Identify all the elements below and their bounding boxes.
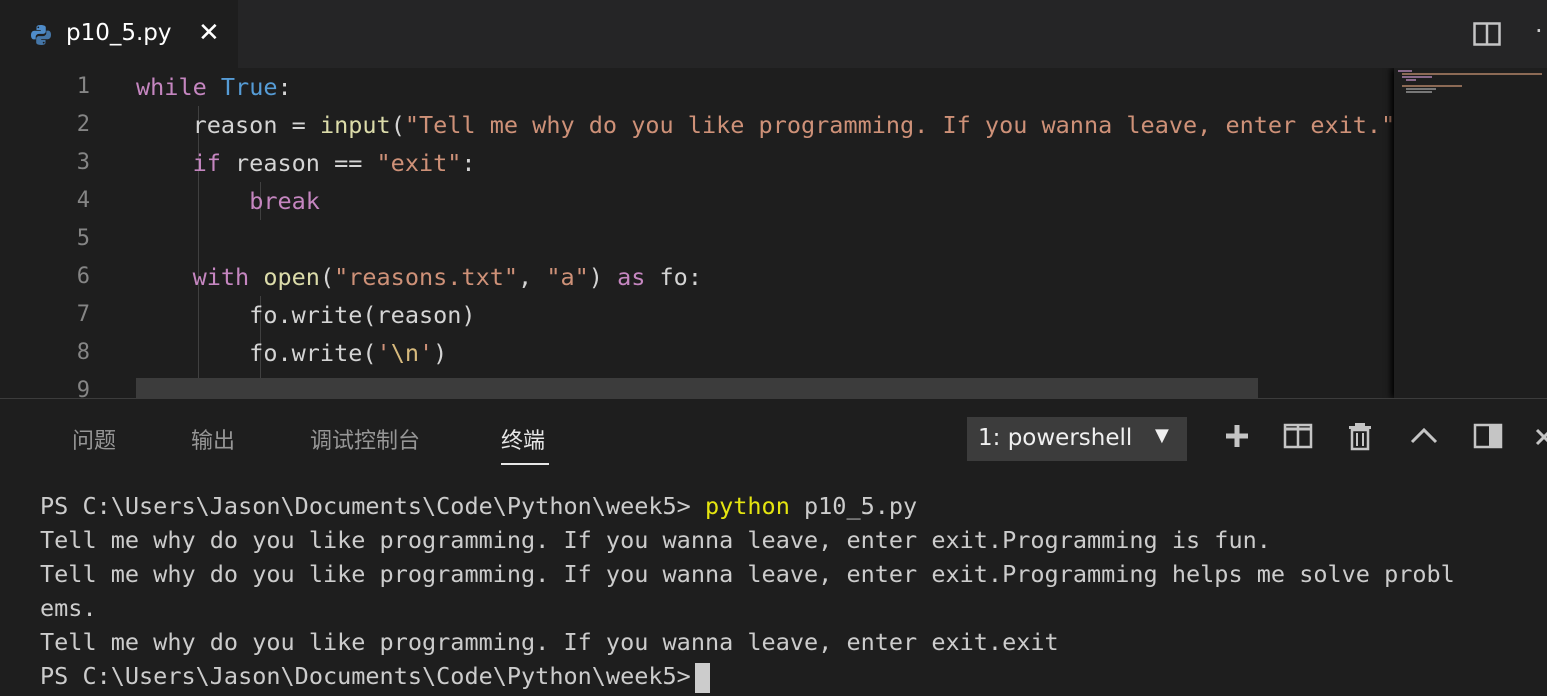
- code-token: "reasons.txt": [334, 263, 519, 291]
- terminal-line: Tell me why do you like programming. If …: [40, 526, 1271, 554]
- line-number: 1: [76, 74, 90, 99]
- code-line: fo.write('\n'): [136, 334, 447, 372]
- minimap[interactable]: [1394, 68, 1547, 398]
- terminal-line: ems.: [40, 594, 97, 622]
- terminal-line: Tell me why do you like programming. If …: [40, 560, 1455, 588]
- trash-icon[interactable]: [1345, 421, 1375, 451]
- chevron-down-icon: ▼: [1155, 425, 1169, 446]
- code-token: input: [319, 111, 391, 139]
- terminal-command-args: p10_5.py: [789, 492, 918, 520]
- terminal-command: python: [704, 492, 790, 520]
- code-token: ': [418, 339, 434, 367]
- code-token: :: [277, 73, 292, 101]
- code-token: ): [588, 263, 618, 291]
- terminal-prompt: PS C:\Users\Jason\Documents\Code\Python\…: [40, 492, 705, 520]
- close-panel-icon[interactable]: [1535, 421, 1547, 451]
- terminal-prompt: PS C:\Users\Jason\Documents\Code\Python\…: [40, 662, 691, 690]
- terminal-line: PS C:\Users\Jason\Documents\Code\Python\…: [40, 489, 917, 523]
- split-editor-icon[interactable]: [1473, 22, 1501, 46]
- more-actions-icon[interactable]: ·: [1535, 17, 1543, 45]
- line-number: 2: [76, 112, 90, 137]
- plus-icon[interactable]: [1222, 421, 1252, 451]
- code-token: (: [390, 111, 405, 139]
- code-token: ,: [518, 263, 547, 291]
- code-line: break: [136, 182, 320, 220]
- terminal-cursor: [694, 662, 710, 693]
- code-line: fo.write(reason): [136, 296, 476, 334]
- code-editor[interactable]: 123456789 while True: reason = input("Te…: [0, 68, 1547, 398]
- tab-terminal[interactable]: 终端: [501, 423, 545, 455]
- editor-tab-bar: p10_5.py ✕ ·: [0, 0, 1547, 68]
- line-number: 5: [76, 226, 90, 251]
- code-token: while: [136, 73, 207, 101]
- terminal-line: PS C:\Users\Jason\Documents\Code\Python\…: [40, 659, 710, 693]
- code-token: break: [249, 187, 320, 215]
- tab-p10-5[interactable]: p10_5.py ✕: [0, 0, 238, 68]
- code-token: \n: [390, 339, 419, 367]
- line-number: 4: [76, 188, 90, 213]
- split-terminal-icon[interactable]: [1283, 421, 1313, 451]
- code-token: fo.write(reason): [136, 301, 476, 329]
- code-token: open: [263, 263, 320, 291]
- code-token: fo.write(: [136, 339, 377, 367]
- toggle-panel-icon[interactable]: [1473, 421, 1503, 451]
- terminal-selector[interactable]: 1: powershell ▼: [967, 417, 1187, 461]
- tab-output[interactable]: 输出: [191, 423, 235, 455]
- code-token: True: [220, 73, 278, 101]
- tab-problems[interactable]: 问题: [72, 423, 116, 455]
- code-token: "Tell me why do you like programming. If…: [404, 111, 1394, 139]
- code-line: reason = input("Tell me why do you like …: [136, 106, 1394, 144]
- code-token: (: [319, 263, 335, 291]
- code-line: if reason == "exit":: [136, 144, 476, 182]
- bottom-panel: 问题 输出 调试控制台 终端 1: powershell ▼ PS C:\Use…: [0, 398, 1547, 696]
- code-token: ': [376, 339, 391, 367]
- active-tab-indicator: [501, 463, 549, 465]
- tab-debug-console[interactable]: 调试控制台: [310, 423, 420, 455]
- code-line: while True:: [136, 68, 292, 106]
- code-token: with: [192, 263, 250, 291]
- terminal-line: Tell me why do you like programming. If …: [40, 628, 1059, 656]
- code-token: reason =: [136, 111, 320, 139]
- code-token: reason ==: [220, 149, 377, 177]
- close-icon[interactable]: ✕: [198, 18, 220, 48]
- line-number: 7: [76, 302, 90, 327]
- code-token: "a": [546, 263, 589, 291]
- code-token: if: [192, 149, 221, 177]
- horizontal-scrollbar[interactable]: [136, 378, 1258, 398]
- line-number: 3: [76, 150, 90, 175]
- line-number: 6: [76, 264, 90, 289]
- code-line: with open("reasons.txt", "a") as fo:: [136, 258, 702, 296]
- tab-title: p10_5.py: [66, 20, 172, 46]
- python-file-icon: [31, 25, 51, 45]
- code-token: fo:: [645, 263, 702, 291]
- line-number: 9: [76, 378, 90, 398]
- terminal-selector-value: 1: powershell: [978, 425, 1133, 451]
- code-token: as: [617, 263, 646, 291]
- code-token: :: [461, 149, 476, 177]
- code-token: "exit": [376, 149, 462, 177]
- code-token: ): [433, 339, 448, 367]
- line-number: 8: [76, 340, 90, 365]
- code-area[interactable]: while True: reason = input("Tell me why …: [136, 68, 1394, 398]
- chevron-up-icon[interactable]: [1409, 421, 1439, 451]
